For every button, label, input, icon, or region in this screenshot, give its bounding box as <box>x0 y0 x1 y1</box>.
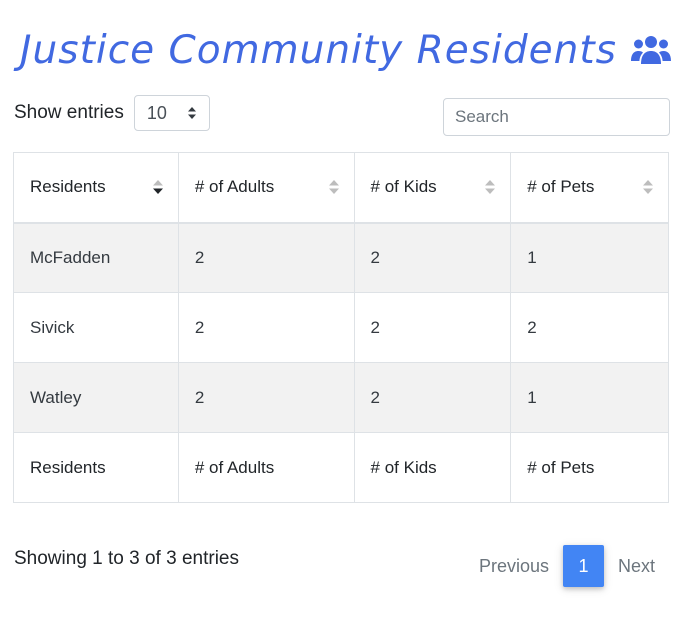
sort-ascending-icon <box>152 178 164 196</box>
entries-info: Showing 1 to 3 of 3 entries <box>14 548 239 569</box>
cell-pets: 1 <box>510 362 669 433</box>
residents-table: Residents # of Adults # of Kids # of Pet… <box>13 152 669 503</box>
footer-adults: # of Adults <box>177 432 355 503</box>
show-entries-control: Show entries 10 <box>14 94 210 132</box>
pagination: Previous 1 Next <box>465 545 669 587</box>
page-title: Justice Community Residents <box>20 27 617 73</box>
column-header-label: # of Kids <box>370 177 437 197</box>
table-header-row: Residents # of Adults # of Kids # of Pet… <box>13 152 669 224</box>
table-row: Sivick 2 2 2 <box>13 292 669 363</box>
footer-kids: # of Kids <box>353 432 512 503</box>
column-header-pets[interactable]: # of Pets <box>510 152 669 224</box>
cell-pets: 2 <box>510 292 669 363</box>
sort-icon <box>642 178 654 196</box>
column-header-kids[interactable]: # of Kids <box>353 152 512 224</box>
footer-pets: # of Pets <box>510 432 669 503</box>
cell-kids: 2 <box>353 362 512 433</box>
page-1-button[interactable]: 1 <box>562 545 604 587</box>
cell-pets: 1 <box>510 222 669 293</box>
footer-residents: Residents <box>13 432 179 503</box>
table-footer-row: Residents # of Adults # of Kids # of Pet… <box>13 432 669 503</box>
previous-page-button[interactable]: Previous <box>465 545 563 587</box>
next-page-button[interactable]: Next <box>604 545 669 587</box>
column-header-residents[interactable]: Residents <box>13 152 179 224</box>
cell-kids: 2 <box>353 292 512 363</box>
cell-resident: McFadden <box>13 222 179 293</box>
page-size-select[interactable]: 10 <box>133 95 210 131</box>
show-entries-label: Show entries <box>14 102 124 123</box>
cell-adults: 2 <box>177 362 355 433</box>
table-row: Watley 2 2 1 <box>13 362 669 433</box>
cell-resident: Watley <box>13 362 179 433</box>
sort-icon <box>484 178 496 196</box>
cell-resident: Sivick <box>13 292 179 363</box>
search-input[interactable] <box>443 98 670 136</box>
column-header-label: # of Pets <box>527 177 595 197</box>
cell-adults: 2 <box>177 292 355 363</box>
table-row: McFadden 2 2 1 <box>13 222 669 293</box>
column-header-adults[interactable]: # of Adults <box>177 152 355 224</box>
sort-icon <box>328 178 340 196</box>
page-header: Justice Community Residents <box>0 20 691 80</box>
users-icon <box>630 34 671 66</box>
page-size-value: 10 <box>146 102 167 123</box>
column-header-label: # of Adults <box>194 177 275 197</box>
column-header-label: Residents <box>30 177 106 197</box>
cell-adults: 2 <box>177 222 355 293</box>
select-arrows-icon <box>187 106 197 120</box>
cell-kids: 2 <box>353 222 512 293</box>
